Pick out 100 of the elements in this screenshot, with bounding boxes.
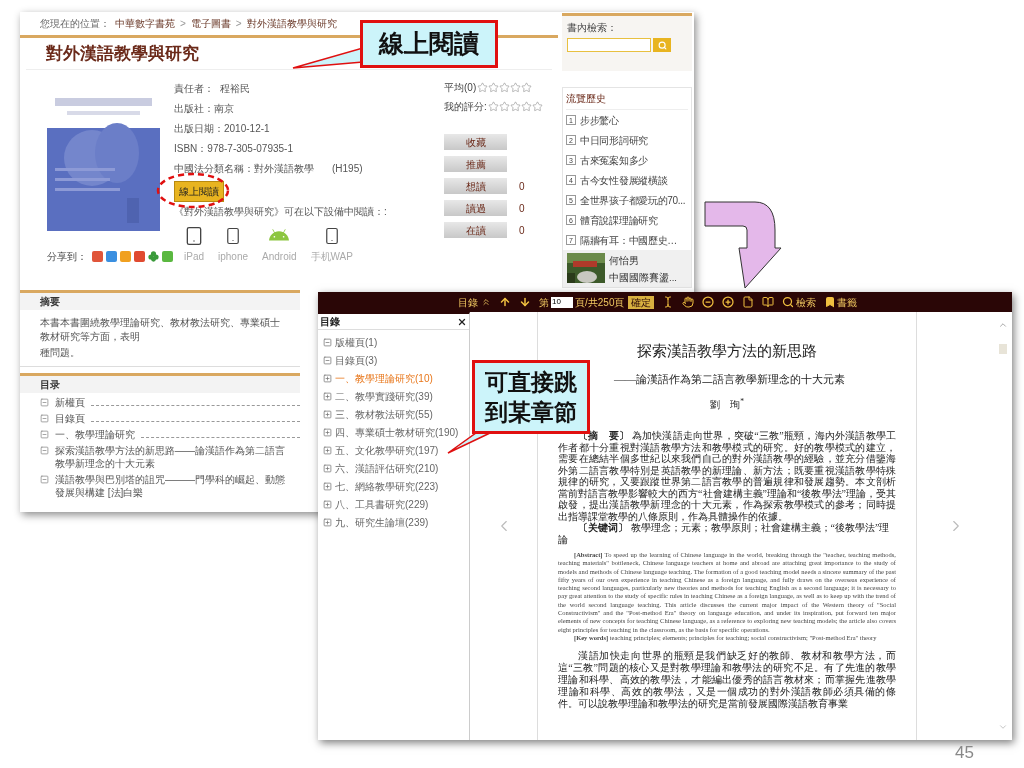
expand-icon[interactable] — [323, 410, 332, 419]
confirm-button[interactable]: 確定 — [628, 295, 655, 309]
toc-item[interactable]: 六、漢語評估研究(210) — [335, 461, 439, 476]
expand-icon[interactable] — [323, 374, 332, 383]
expand-icon[interactable] — [323, 518, 332, 527]
search-icon — [657, 40, 667, 50]
history-item[interactable]: 隔牆有耳：中國歷史… — [580, 232, 677, 248]
scroll-thumb[interactable] — [999, 344, 1007, 354]
collapse-icon[interactable] — [40, 414, 49, 423]
search-icon[interactable] — [782, 296, 795, 308]
featured-title[interactable]: 中國國際賽盪... — [609, 271, 677, 286]
share-icon[interactable] — [134, 251, 145, 262]
star-rating[interactable] — [477, 82, 533, 93]
next-page-icon[interactable] — [519, 296, 531, 308]
bookmark-icon[interactable] — [824, 296, 837, 308]
page-count: 頁/共250頁 — [575, 295, 625, 310]
double-page-icon[interactable] — [762, 296, 775, 308]
toc-item[interactable]: 九、研究生論壇(239) — [335, 515, 429, 530]
scroll-up-icon[interactable] — [998, 320, 1008, 330]
toc-item[interactable]: 五、文化教學研究(197) — [335, 443, 439, 458]
toc-toggle[interactable]: 目錄 — [458, 294, 478, 310]
close-icon[interactable] — [457, 316, 467, 327]
breadcrumb-link[interactable]: 中華數字書苑 — [115, 16, 175, 31]
collapse-icon[interactable] — [40, 475, 49, 484]
breadcrumb-link[interactable]: 對外漢語教學與研究 — [246, 16, 337, 31]
breadcrumb-label: 您現在的位置： — [40, 17, 110, 31]
share-icon[interactable] — [92, 251, 103, 262]
detail-text: 責任者： 程裕民 — [174, 81, 250, 96]
expand-icon[interactable] — [323, 464, 332, 473]
contents-item[interactable]: 新權頁 — [55, 396, 85, 409]
expand-icon[interactable] — [323, 482, 332, 491]
expand-icon[interactable] — [323, 428, 332, 437]
search-field[interactable] — [567, 38, 651, 52]
section-title: 目录 — [40, 378, 60, 392]
featured-author[interactable]: 何怡男 — [609, 253, 677, 268]
toc-title: 目錄 — [320, 315, 340, 329]
rating-label: 平均(0) — [444, 81, 477, 95]
share-icon[interactable] — [120, 251, 131, 262]
history-item[interactable]: 步步驚心 — [580, 112, 619, 128]
single-page-icon[interactable] — [742, 296, 755, 308]
expand-icon[interactable] — [323, 392, 332, 401]
bookmark-link[interactable]: 書籤 — [837, 294, 858, 310]
history-item[interactable]: 古今女性發展縱橫談 — [580, 172, 668, 188]
abstract-text: 種問題。 — [40, 346, 81, 360]
action-button[interactable]: 推薦 — [444, 156, 507, 172]
history-item[interactable]: 中日同形詞研究 — [580, 132, 648, 148]
collapse-icon[interactable] — [40, 398, 49, 407]
expand-icon[interactable] — [323, 500, 332, 509]
page-field[interactable]: 10 — [551, 296, 573, 308]
hand-icon[interactable] — [682, 296, 695, 308]
share-icon[interactable] — [106, 251, 117, 262]
action-button[interactable]: 想讀 — [444, 178, 507, 194]
read-online-button[interactable]: 線上閱讀 — [174, 180, 224, 202]
contents-item[interactable]: 漢語教學與巴別塔的詛咒———門學科的崛起、動態發展與構建 [法]白樂 — [55, 473, 294, 499]
history-title: 流覽歷史 — [566, 88, 688, 110]
contents-item[interactable]: 目錄頁 — [55, 412, 85, 425]
callout-text: 線上閱讀 — [379, 28, 479, 60]
collapse-icon[interactable] — [40, 446, 49, 455]
previous-page-icon[interactable] — [499, 296, 511, 308]
action-button[interactable]: 讀過 — [444, 200, 507, 216]
search-button[interactable] — [653, 38, 671, 52]
share-icon[interactable] — [162, 251, 173, 262]
expand-icon[interactable] — [323, 446, 332, 455]
scroll-down-icon[interactable] — [998, 722, 1008, 732]
action-count: 0 — [519, 201, 525, 216]
toc-item[interactable]: 目錄頁(3) — [335, 353, 378, 368]
contents-item[interactable]: 探索漢語教學方法的新思路——論漢語作為第二語言教學新理念的十大元素 — [55, 444, 294, 470]
book-title: 對外漢語教學與研究 — [46, 42, 199, 65]
breadcrumb-link[interactable]: 電子圖書 — [190, 16, 231, 31]
action-count: 0 — [519, 223, 525, 238]
tablet-icon[interactable] — [184, 225, 204, 247]
detail-text: 出版社：南京 — [174, 101, 234, 116]
toc-item[interactable]: 三、教材教法研究(55) — [335, 407, 433, 422]
article-title: 探索漢語教學方法的新思路 — [637, 342, 817, 361]
zoom-out-icon[interactable] — [702, 296, 715, 308]
search-link[interactable]: 檢索 — [796, 294, 817, 310]
toc-item[interactable]: 七、網絡教學研究(223) — [335, 479, 439, 494]
action-button[interactable]: 收藏 — [444, 134, 507, 150]
star-rating[interactable] — [487, 101, 543, 112]
action-count: 0 — [519, 179, 525, 194]
detail-text: 出版日期：2010-12-1 — [174, 121, 270, 136]
toc-item[interactable]: 二、教學實踐研究(39) — [335, 389, 433, 404]
collapse-icon[interactable] — [323, 338, 332, 347]
history-item[interactable]: 古來冤案知多少 — [580, 152, 648, 168]
zoom-in-icon[interactable] — [722, 296, 735, 308]
history-item[interactable]: 體育說課理論研究 — [580, 212, 658, 228]
search-label: 書內檢索： — [567, 21, 618, 35]
clover-icon[interactable] — [148, 251, 159, 262]
toc-item[interactable]: 八、工具書研究(229) — [335, 497, 429, 512]
collapse-icon[interactable] — [40, 430, 49, 439]
history-item[interactable]: 全世界孩子都愛玩的70... — [580, 192, 686, 208]
action-button[interactable]: 在讀 — [444, 222, 507, 238]
contents-item[interactable]: 一、教學理論研究 — [55, 428, 135, 441]
chinese-keywords: 〔关键词〕 教學理念；元素；教學原則；社會建構主義；“後教學法”理論 — [558, 522, 891, 545]
toc-item[interactable]: 四、專業碩士教材研究(190) — [335, 425, 459, 440]
collapse-up-icon[interactable] — [481, 297, 491, 307]
collapse-icon[interactable] — [323, 356, 332, 365]
breadcrumb-separator: > — [235, 17, 242, 31]
devices-note: 《對外漢語教學與研究》可在以下設備中閱讀：: — [174, 205, 388, 219]
toc-item[interactable]: 版權頁(1) — [335, 335, 378, 350]
